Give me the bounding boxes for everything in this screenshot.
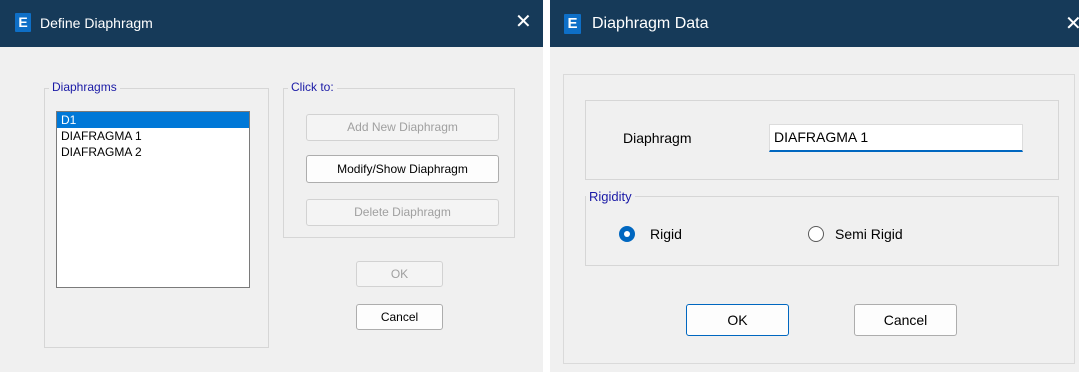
rigid-label[interactable]: Rigid [650, 226, 682, 242]
cancel-button[interactable]: Cancel [854, 304, 957, 336]
diaphragm-label: Diaphragm [623, 130, 692, 146]
ok-button[interactable]: OK [356, 261, 443, 287]
title-bar[interactable]: E Diaphragm Data ✕ [550, 0, 1079, 47]
diaphragm-data-window: E Diaphragm Data ✕ Diaphragm DIAFRAGMA 1… [550, 0, 1079, 372]
semi-rigid-radio[interactable] [808, 226, 824, 242]
rigidity-group-label: Rigidity [586, 189, 635, 204]
click-to-group-label: Click to: [288, 80, 337, 95]
window-title: Diaphragm Data [592, 15, 709, 32]
delete-diaphragm-button[interactable]: Delete Diaphragm [306, 199, 499, 226]
cancel-button[interactable]: Cancel [356, 304, 443, 330]
etabs-app-icon: E [564, 14, 581, 34]
rigid-radio[interactable] [619, 226, 635, 242]
semi-rigid-label[interactable]: Semi Rigid [835, 226, 903, 242]
window-title: Define Diaphragm [40, 15, 153, 31]
list-item-diafragma-1[interactable]: DIAFRAGMA 1 [57, 128, 249, 144]
title-bar[interactable]: E Define Diaphragm ✕ [0, 0, 543, 47]
ok-button[interactable]: OK [686, 304, 789, 336]
add-new-diaphragm-button[interactable]: Add New Diaphragm [306, 114, 499, 141]
diaphragms-group-label: Diaphragms [49, 80, 120, 95]
close-icon[interactable]: ✕ [1065, 11, 1079, 35]
list-item-diafragma-2[interactable]: DIAFRAGMA 2 [57, 144, 249, 160]
etabs-app-icon: E [15, 13, 31, 32]
modify-show-diaphragm-button[interactable]: Modify/Show Diaphragm [306, 155, 499, 183]
define-diaphragm-window: E Define Diaphragm ✕ Diaphragms D1 DIAFR… [0, 0, 543, 372]
list-item-d1[interactable]: D1 [57, 112, 249, 128]
diaphragm-list[interactable]: D1 DIAFRAGMA 1 DIAFRAGMA 2 [56, 111, 250, 288]
close-icon[interactable]: ✕ [515, 9, 532, 33]
diaphragm-name-input[interactable]: DIAFRAGMA 1 [769, 124, 1023, 152]
